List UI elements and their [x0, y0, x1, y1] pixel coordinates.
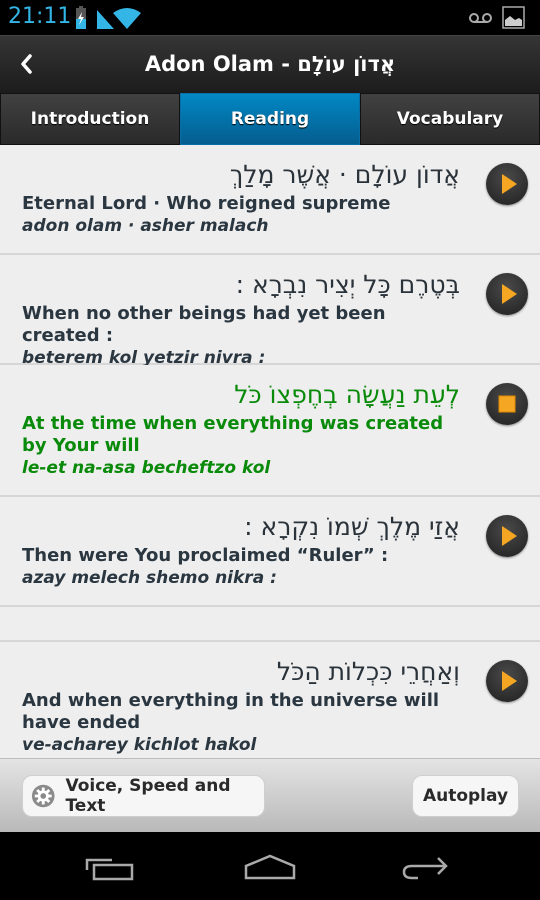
verse-english: Eternal Lord · Who reigned supreme [22, 193, 391, 214]
battery-charging-icon [76, 6, 86, 29]
verse-hebrew: אֲדוֹן עוֹלָם · אֲשֶׁר מָלַךְ [229, 160, 460, 189]
system-nav-bar [0, 832, 540, 900]
verse-row-active[interactable]: לְעֵת נַעֲשָׂה בְחֶפְצוֹ כֹּל At the tim… [0, 365, 540, 497]
play-icon [502, 526, 517, 546]
play-icon [502, 671, 517, 691]
autoplay-button[interactable]: Autoplay [412, 775, 519, 817]
verse-hebrew: לְעֵת נַעֲשָׂה בְחֶפְצוֹ כֹּל [234, 380, 460, 409]
play-button[interactable] [486, 660, 528, 702]
verse-english: At the time when everything was created … [22, 413, 444, 456]
verse-english: When no other beings had yet been create… [22, 303, 386, 346]
gallery-notification-icon [502, 6, 525, 29]
verse-row[interactable]: וְאַחֲרֵי כִּכְלוֹת הַכֹּל And when ever… [0, 642, 540, 758]
home-icon[interactable] [240, 850, 300, 886]
wifi-icon [113, 8, 141, 29]
play-icon [502, 174, 517, 194]
stop-button[interactable] [486, 383, 528, 425]
verse-hebrew: בְּטֶרֶם כָּל יְצִיר נִבְרָא : [235, 270, 460, 299]
verse-english: Then were You proclaimed “Ruler” : [22, 545, 389, 566]
verse-hebrew: אֲזַי מֶלֶךְ שְׁמוֹ נִקְרָא : [244, 512, 460, 541]
voice-speed-text-button[interactable]: Voice, Speed and Text [22, 775, 265, 817]
verse-transliteration: adon olam · asher malach [22, 216, 269, 236]
verse-hebrew: וְאַחֲרֵי כִּכְלוֹת הַכֹּל [276, 657, 460, 686]
verse-row[interactable]: אֲדוֹן עוֹלָם · אֲשֶׁר מָלַךְ Eternal Lo… [0, 145, 540, 255]
action-bar: Adon Olam - אֲדוֹן עוֹלָם [0, 35, 540, 93]
gear-icon [31, 784, 55, 808]
back-icon[interactable] [398, 850, 458, 886]
verse-spacer [0, 607, 540, 642]
verse-transliteration: le-et na-asa becheftzo kol [22, 458, 271, 478]
verse-row[interactable]: בְּטֶרֶם כָּל יְצִיר נִבְרָא : When no o… [0, 255, 540, 368]
voice-speed-text-label: Voice, Speed and Text [65, 776, 231, 816]
verse-row[interactable]: אֲזַי מֶלֶךְ שְׁמוֹ נִקְרָא : Then were … [0, 497, 540, 607]
play-button[interactable] [486, 273, 528, 315]
tab-reading[interactable]: Reading [180, 93, 360, 145]
tab-bar: Introduction Reading Vocabulary [0, 93, 540, 145]
tab-vocabulary[interactable]: Vocabulary [360, 93, 540, 145]
verse-english: And when everything in the universe will… [22, 690, 440, 733]
stop-icon [498, 395, 516, 413]
verse-list[interactable]: אֲדוֹן עוֹלָם · אֲשֶׁר מָלַךְ Eternal Lo… [0, 145, 540, 758]
recent-apps-icon[interactable] [82, 850, 142, 886]
play-icon [502, 284, 517, 304]
verse-transliteration: azay melech shemo nikra : [22, 568, 277, 588]
status-time: 21:11 [8, 4, 72, 29]
tab-introduction[interactable]: Introduction [0, 93, 180, 145]
voicemail-icon [469, 13, 492, 23]
page-title: Adon Olam - אֲדוֹן עוֹלָם [144, 52, 396, 76]
verse-transliteration: ve-acharey kichlot hakol [22, 735, 257, 755]
play-button[interactable] [486, 515, 528, 557]
bottom-bar: Voice, Speed and Text Autoplay [0, 758, 540, 832]
status-bar: 21:11 [0, 0, 540, 35]
play-button[interactable] [486, 163, 528, 205]
